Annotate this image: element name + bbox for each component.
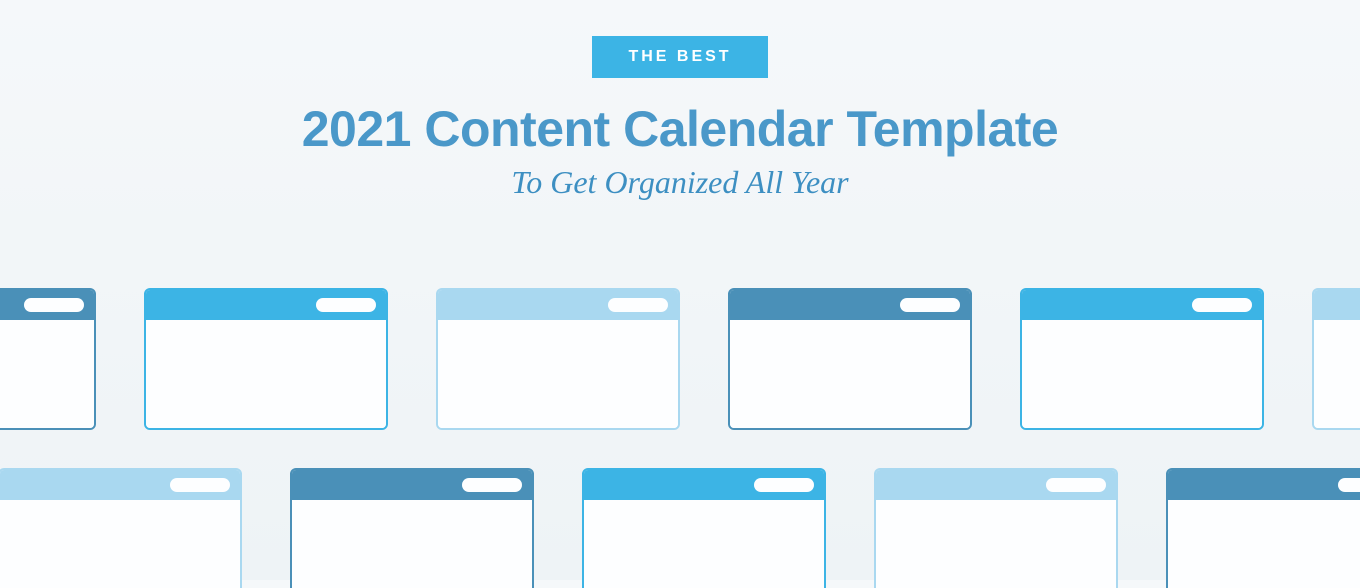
card-pill-icon (24, 298, 84, 312)
calendar-card (0, 468, 242, 588)
card-header (876, 470, 1116, 500)
card-body (1314, 320, 1360, 428)
calendar-card (874, 468, 1118, 588)
calendar-card (1312, 288, 1360, 430)
hero-subtitle: To Get Organized All Year (0, 164, 1360, 201)
card-pill-icon (608, 298, 668, 312)
calendar-card (1166, 468, 1360, 588)
card-pill-icon (1046, 478, 1106, 492)
calendar-card (144, 288, 388, 430)
card-header (584, 470, 824, 500)
calendar-card (582, 468, 826, 588)
card-body (584, 500, 824, 588)
card-header (0, 470, 240, 500)
card-body (292, 500, 532, 588)
card-pill-icon (900, 298, 960, 312)
calendar-card (0, 288, 96, 430)
card-header (0, 290, 94, 320)
calendar-card (436, 288, 680, 430)
card-body (730, 320, 970, 428)
card-header (438, 290, 678, 320)
hero-title: 2021 Content Calendar Template (0, 100, 1360, 158)
card-pill-icon (1338, 478, 1360, 492)
card-body (876, 500, 1116, 588)
card-body (438, 320, 678, 428)
card-body (1022, 320, 1262, 428)
calendar-card (728, 288, 972, 430)
card-header (1168, 470, 1360, 500)
calendar-cards-illustration (0, 288, 1360, 588)
card-body (1168, 500, 1360, 588)
card-pill-icon (316, 298, 376, 312)
cards-row-bottom (0, 468, 1360, 588)
card-header (730, 290, 970, 320)
card-pill-icon (1192, 298, 1252, 312)
card-pill-icon (170, 478, 230, 492)
card-body (0, 500, 240, 588)
card-header (292, 470, 532, 500)
hero-section: THE BEST 2021 Content Calendar Template … (0, 0, 1360, 201)
hero-badge: THE BEST (592, 36, 767, 78)
card-body (0, 320, 94, 428)
card-header (1022, 290, 1262, 320)
card-pill-icon (754, 478, 814, 492)
card-header (1314, 290, 1360, 320)
card-header (146, 290, 386, 320)
calendar-card (290, 468, 534, 588)
card-pill-icon (462, 478, 522, 492)
cards-row-top (0, 288, 1360, 430)
card-body (146, 320, 386, 428)
calendar-card (1020, 288, 1264, 430)
